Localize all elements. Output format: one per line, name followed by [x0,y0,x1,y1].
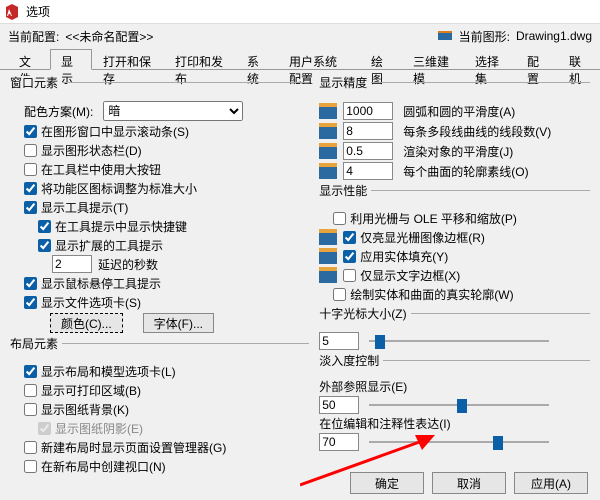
crosshair-slider[interactable] [369,333,549,349]
rollover-label: 显示鼠标悬停工具提示 [41,275,161,292]
solid-fill-checkbox[interactable] [343,250,356,263]
color-scheme-label: 配色方案(M): [24,103,93,120]
layout-elements-title: 布局元素 [10,337,62,351]
tab-打开和保存[interactable]: 打开和保存 [92,49,164,70]
large-buttons-checkbox[interactable] [24,163,37,176]
xref-slider[interactable] [369,397,549,413]
tab-三维建模[interactable]: 三维建模 [402,49,464,70]
polyline-label: 每条多段线曲线的线段数(V) [403,123,551,140]
text-boundary-checkbox[interactable] [343,269,356,282]
page-setup-label: 新建布局时显示页面设置管理器(G) [41,439,226,456]
dwg-icon [319,248,337,264]
paper-bg-checkbox[interactable] [24,403,37,416]
current-config-value: <<未命名配置>> [65,28,153,45]
silhouettes-checkbox[interactable] [333,288,346,301]
dwg-icon [319,103,337,119]
tab-系统[interactable]: 系统 [236,49,278,70]
dwg-icon [319,123,337,139]
raster-ole-checkbox[interactable] [333,212,346,225]
silhouettes-label: 绘制实体和曲面的真实轮廓(W) [350,286,513,303]
raster-ole-label: 利用光栅与 OLE 平移和缩放(P) [350,210,517,227]
arc-input[interactable] [343,102,393,120]
tab-联机[interactable]: 联机 [558,49,600,70]
xref-label: 外部参照显示(E) [319,378,590,395]
xref-input[interactable] [319,396,359,414]
surface-label: 每个曲面的轮廓素线(O) [403,163,528,180]
drawing-icon [437,28,453,44]
cancel-button[interactable]: 取消 [432,472,506,494]
tab-用户系统配置[interactable]: 用户系统配置 [278,49,360,70]
fonts-button[interactable]: 字体(F)... [143,313,214,333]
text-boundary-label: 仅显示文字边框(X) [360,267,460,284]
shortcut-keys-checkbox[interactable] [38,220,51,233]
resize-ribbon-checkbox[interactable] [24,182,37,195]
ok-button[interactable]: 确定 [350,472,424,494]
apply-button[interactable]: 应用(A) [514,472,588,494]
printable-area-label: 显示可打印区域(B) [41,382,141,399]
tab-打印和发布[interactable]: 打印和发布 [164,49,236,70]
tab-选择集[interactable]: 选择集 [464,49,516,70]
inplace-label: 在位编辑和注释性表达(I) [319,415,590,432]
tooltips-checkbox[interactable] [24,201,37,214]
status-bar-checkbox[interactable] [24,144,37,157]
layout-tabs-label: 显示布局和模型选项卡(L) [41,363,176,380]
delay-input[interactable] [52,255,92,273]
status-bar-label: 显示图形状态栏(D) [41,142,142,159]
file-tabs-checkbox[interactable] [24,296,37,309]
paper-bg-label: 显示图纸背景(K) [41,401,129,418]
scroll-bars-checkbox[interactable] [24,125,37,138]
page-setup-checkbox[interactable] [24,441,37,454]
arc-label: 圆弧和圆的平滑度(A) [403,103,515,120]
raster-frame-checkbox[interactable] [343,231,356,244]
printable-area-checkbox[interactable] [24,384,37,397]
crosshair-input[interactable] [319,332,359,350]
window-elements-title: 窗口元素 [10,76,62,90]
solid-fill-label: 应用实体填充(Y) [360,248,448,265]
paper-shadow-checkbox [38,422,51,435]
create-viewport-checkbox[interactable] [24,460,37,473]
large-buttons-label: 在工具栏中使用大按钮 [41,161,161,178]
crosshair-title: 十字光标大小(Z) [319,307,410,321]
layout-tabs-checkbox[interactable] [24,365,37,378]
raster-frame-label: 仅亮显光栅图像边框(R) [360,229,485,246]
inplace-slider[interactable] [369,434,549,450]
paper-shadow-label: 显示图纸阴影(E) [55,420,143,437]
extended-tooltips-label: 显示扩展的工具提示 [55,237,163,254]
tab-绘图[interactable]: 绘图 [360,49,402,70]
tab-bar: 文件显示打开和保存打印和发布系统用户系统配置绘图三维建模选择集配置联机 [0,48,600,70]
delay-label: 延迟的秒数 [98,256,158,273]
shortcut-keys-label: 在工具提示中显示快捷键 [55,218,187,235]
resize-ribbon-label: 将功能区图标调整为标准大小 [41,180,197,197]
dwg-icon [319,163,337,179]
window-title: 选项 [26,3,50,20]
tab-显示[interactable]: 显示 [50,49,92,70]
current-config-label: 当前配置: [8,28,59,45]
app-logo-icon [4,4,20,20]
current-drawing-label: 当前图形: [459,28,510,45]
inplace-input[interactable] [319,433,359,451]
render-label: 渲染对象的平滑度(J) [403,143,513,160]
rollover-checkbox[interactable] [24,277,37,290]
dwg-icon [319,229,337,245]
file-tabs-label: 显示文件选项卡(S) [41,294,141,311]
dwg-icon [319,143,337,159]
precision-title: 显示精度 [319,76,371,90]
tooltips-label: 显示工具提示(T) [41,199,128,216]
fade-title: 淡入度控制 [319,354,383,368]
extended-tooltips-checkbox[interactable] [38,239,51,252]
tab-配置[interactable]: 配置 [516,49,558,70]
surface-input[interactable] [343,162,393,180]
colors-button[interactable]: 颜色(C)... [50,313,123,333]
performance-title: 显示性能 [319,184,371,198]
color-scheme-select[interactable]: 暗 [103,101,243,121]
render-input[interactable] [343,142,393,160]
create-viewport-label: 在新布局中创建视口(N) [41,458,166,475]
current-drawing-value: Drawing1.dwg [516,29,592,43]
polyline-input[interactable] [343,122,393,140]
tab-文件[interactable]: 文件 [8,49,50,70]
scroll-bars-label: 在图形窗口中显示滚动条(S) [41,123,189,140]
dwg-icon [319,267,337,283]
